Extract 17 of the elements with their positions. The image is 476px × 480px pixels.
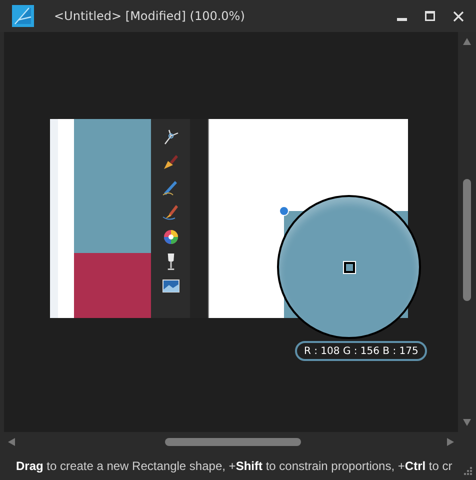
scroll-up-icon [463, 38, 471, 45]
status-hint: Drag to create a new Rectangle shape, +Shift to constrain proportions, +Ctrl to cr [16, 458, 452, 475]
maximize-icon [425, 11, 435, 21]
scroll-left-icon [8, 438, 15, 446]
window-title: <Untitled> [Modified] (100.0%) [54, 8, 245, 25]
resize-grip-icon [464, 467, 472, 475]
scrollbar-thumb[interactable] [463, 179, 471, 301]
sample-square-icon [344, 262, 354, 272]
minimize-icon [397, 18, 407, 21]
scroll-right-icon [447, 438, 454, 446]
glass-icon [166, 253, 174, 270]
scroll-down-icon [463, 419, 471, 426]
brush-icon [160, 202, 180, 222]
scrollbar-thumb[interactable] [165, 438, 301, 446]
color-readout: R : 108 G : 156 B : 175 [295, 341, 428, 361]
app-logo-icon [12, 5, 34, 27]
close-icon [452, 10, 464, 22]
